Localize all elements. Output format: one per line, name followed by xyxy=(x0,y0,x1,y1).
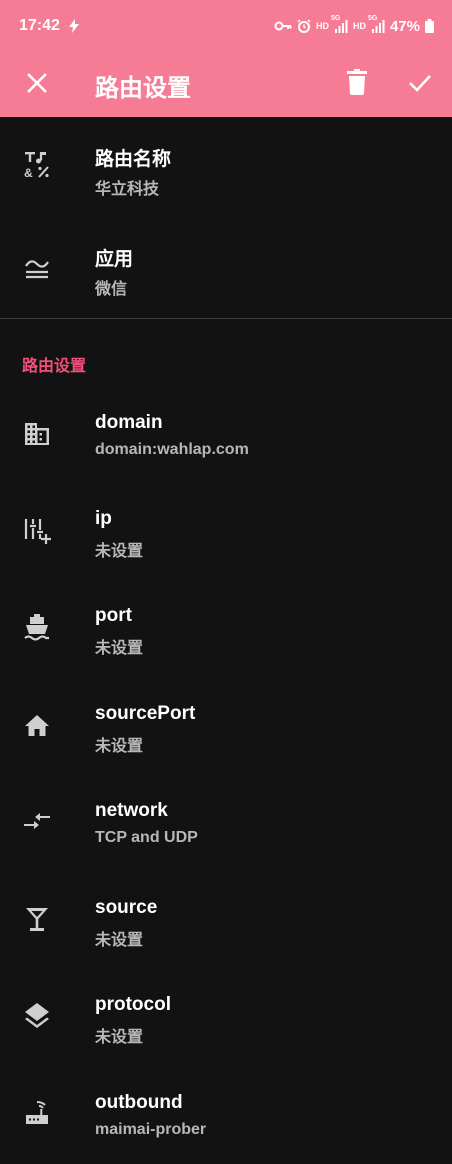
net-5g-label-1: 5G xyxy=(330,15,341,22)
rule-outbound-label: outbound xyxy=(95,1092,183,1113)
rule-item-source[interactable]: source 未设置 xyxy=(0,879,452,969)
rule-item-domain[interactable]: domain domain:wahlap.com xyxy=(0,392,452,482)
route-name-label: 路由名称 xyxy=(95,149,172,170)
rule-item-outbound[interactable]: outbound maimai-prober xyxy=(0,1074,452,1164)
vpn-key-icon xyxy=(274,20,292,32)
close-icon xyxy=(27,73,47,93)
compare-arrows-icon xyxy=(22,806,52,836)
cocktail-icon xyxy=(22,904,52,934)
rule-source-label: source xyxy=(95,897,158,918)
rule-item-ip[interactable]: ip 未设置 xyxy=(0,490,452,580)
ship-icon xyxy=(22,612,52,642)
rule-outbound-value: maimai-prober xyxy=(95,1121,207,1138)
battery-icon xyxy=(425,19,434,33)
rule-protocol-label: protocol xyxy=(95,994,171,1015)
rule-protocol-value: 未设置 xyxy=(95,1029,144,1046)
waves-icon xyxy=(22,253,52,283)
app-value: 微信 xyxy=(95,281,128,298)
section-header-routing: 路由设置 xyxy=(22,358,87,375)
rule-item-network[interactable]: network TCP and UDP xyxy=(0,782,452,872)
delete-button[interactable] xyxy=(342,65,372,99)
status-time: 17:42 xyxy=(19,17,60,34)
rule-item-port[interactable]: port 未设置 xyxy=(0,587,452,677)
layers-icon xyxy=(22,1001,52,1031)
close-button[interactable] xyxy=(22,68,52,98)
check-icon xyxy=(409,75,431,92)
rule-network-label: network xyxy=(95,800,168,821)
alarm-icon xyxy=(297,19,311,33)
net-5g-label-2: 5G xyxy=(367,15,378,22)
rule-port-label: port xyxy=(95,605,132,626)
trash-icon xyxy=(347,69,367,95)
signal-1: 5G xyxy=(331,15,348,33)
page-title: 路由设置 xyxy=(95,75,191,102)
text-format-icon: & xyxy=(22,150,52,180)
rule-domain-label: domain xyxy=(95,412,163,433)
rule-domain-value: domain:wahlap.com xyxy=(95,441,249,458)
rule-sourceport-value: 未设置 xyxy=(95,738,144,755)
signal-2: 5G xyxy=(368,15,385,33)
domain-icon xyxy=(22,419,52,449)
rule-network-value: TCP and UDP xyxy=(95,829,198,846)
rule-port-value: 未设置 xyxy=(95,640,144,657)
app-label: 应用 xyxy=(95,249,134,270)
flash-icon xyxy=(68,19,80,33)
status-right: HD 5G HD 5G 47% xyxy=(274,15,434,35)
rule-sourceport-label: sourcePort xyxy=(95,703,196,724)
confirm-button[interactable] xyxy=(405,68,435,98)
battery-percent: 47% xyxy=(389,17,420,35)
app-item[interactable]: 应用 微信 xyxy=(0,217,452,307)
route-name-item[interactable]: & 路由名称 华立科技 xyxy=(0,117,452,207)
rule-item-protocol[interactable]: protocol 未设置 xyxy=(0,976,452,1066)
divider xyxy=(0,318,452,319)
app-bar: 路由设置 xyxy=(0,52,452,117)
router-icon xyxy=(22,1098,52,1128)
status-bar: 17:42 HD 5G HD 5G 47% xyxy=(0,0,452,52)
sliders-add-icon xyxy=(22,516,52,546)
rule-ip-label: ip xyxy=(95,508,112,529)
home-icon xyxy=(22,710,52,740)
status-left: 17:42 xyxy=(19,17,80,35)
hd-label-2: HD xyxy=(352,21,366,31)
rule-item-sourceport[interactable]: sourcePort 未设置 xyxy=(0,685,452,775)
hd-label-1: HD xyxy=(315,21,329,31)
app-header: 17:42 HD 5G HD 5G 47% 路由设置 xyxy=(0,0,452,117)
svg-text:&: & xyxy=(24,166,33,179)
rule-source-value: 未设置 xyxy=(95,932,144,949)
route-name-value: 华立科技 xyxy=(95,181,160,198)
rule-ip-value: 未设置 xyxy=(95,543,144,560)
